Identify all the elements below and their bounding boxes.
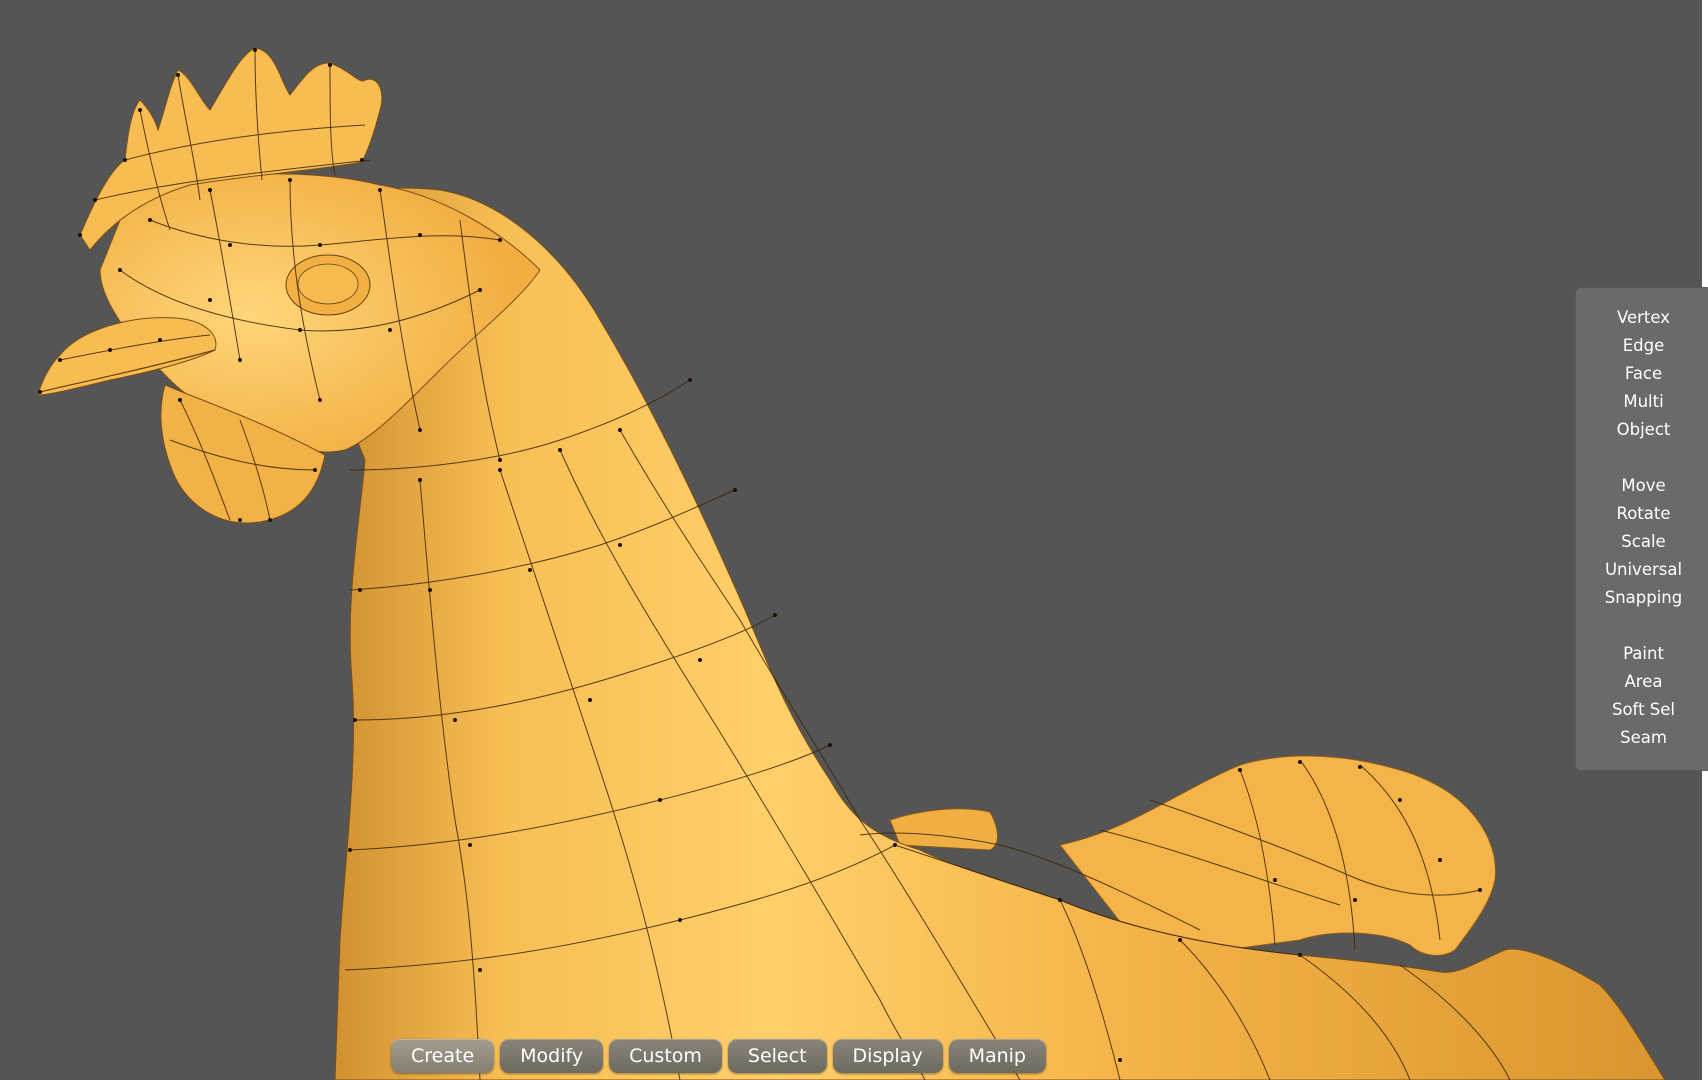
- 3d-viewport[interactable]: [0, 0, 1708, 1080]
- menu-item-vertex[interactable]: Vertex: [1575, 304, 1708, 332]
- menu-item-scale[interactable]: Scale: [1575, 528, 1708, 556]
- menu-item-seam[interactable]: Seam: [1575, 724, 1708, 752]
- tab-create[interactable]: Create: [391, 1039, 495, 1073]
- selection-mode-menu: Vertex Edge Face Multi Object Move Rotat…: [1575, 287, 1708, 771]
- rooster-body: [299, 187, 1666, 1080]
- menu-divider: [1575, 612, 1708, 640]
- tab-manip[interactable]: Manip: [948, 1039, 1046, 1073]
- menu-item-face[interactable]: Face: [1575, 360, 1708, 388]
- rooster-wing: [889, 808, 998, 851]
- menu-item-multi[interactable]: Multi: [1575, 388, 1708, 416]
- menu-item-soft-sel[interactable]: Soft Sel: [1575, 696, 1708, 724]
- tab-custom[interactable]: Custom: [609, 1039, 722, 1073]
- menu-divider: [1575, 444, 1708, 472]
- menu-item-universal[interactable]: Universal: [1575, 556, 1708, 584]
- tab-select[interactable]: Select: [727, 1039, 827, 1073]
- tab-modify[interactable]: Modify: [500, 1039, 604, 1073]
- menu-item-snapping[interactable]: Snapping: [1575, 584, 1708, 612]
- rooster-model[interactable]: [0, 0, 1708, 1080]
- menu-item-paint[interactable]: Paint: [1575, 640, 1708, 668]
- menu-item-edge[interactable]: Edge: [1575, 332, 1708, 360]
- tab-display[interactable]: Display: [832, 1039, 943, 1073]
- menu-item-area[interactable]: Area: [1575, 668, 1708, 696]
- menu-item-rotate[interactable]: Rotate: [1575, 500, 1708, 528]
- bottom-tab-bar: Create Modify Custom Select Display Mani…: [391, 1039, 1046, 1075]
- menu-item-object[interactable]: Object: [1575, 416, 1708, 444]
- menu-item-move[interactable]: Move: [1575, 472, 1708, 500]
